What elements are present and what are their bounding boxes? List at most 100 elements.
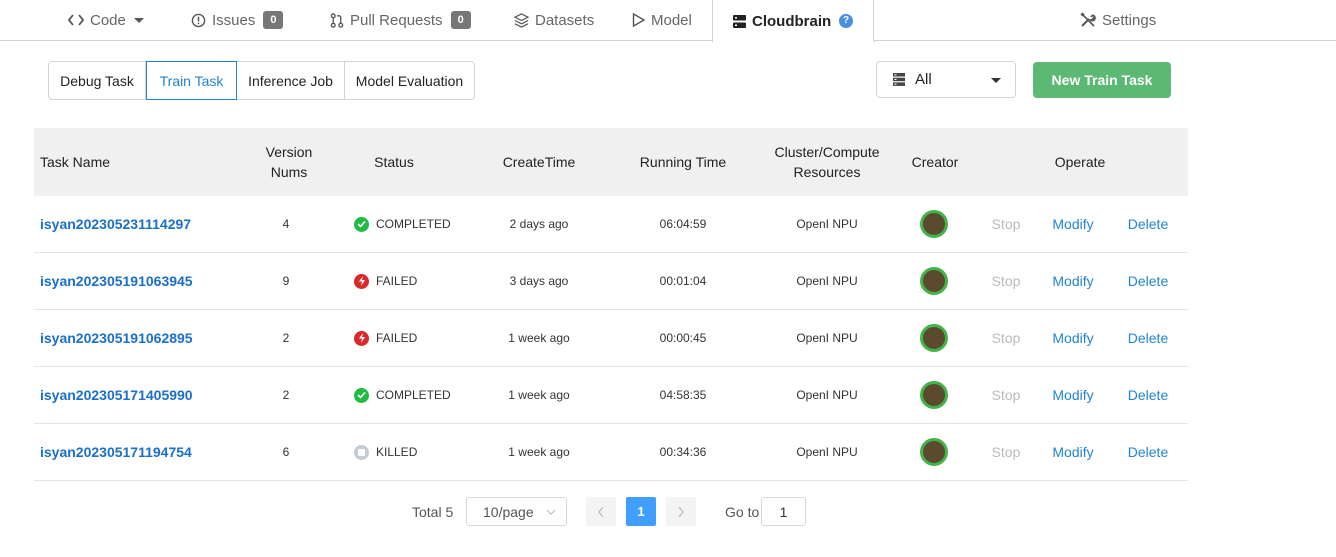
task-name-link[interactable]: isyan202305171405990 — [40, 367, 193, 423]
status-text: COMPLETED — [376, 388, 451, 402]
header-running-time: Running Time — [639, 154, 727, 170]
tab-issues[interactable]: Issues 0 — [191, 0, 284, 40]
creator-avatar-cell — [914, 367, 954, 423]
lightning-icon — [354, 273, 369, 289]
tools-icon — [1080, 12, 1096, 28]
tab-cloudbrain[interactable]: Cloudbrain ? — [712, 0, 874, 42]
table-row: isyan202305171194754 6 KILLED 1 week ago 00:… — [34, 424, 1188, 481]
version-nums: 2 — [282, 331, 290, 345]
avatar[interactable] — [920, 210, 948, 238]
tab-pull-requests[interactable]: Pull Requests 0 — [330, 0, 471, 40]
tab-datasets-label: Datasets — [535, 11, 595, 29]
tab-model[interactable]: Model — [632, 0, 692, 40]
task-type-tabs: Debug Task Train Task Inference Job Mode… — [48, 61, 475, 100]
avatar[interactable] — [920, 381, 948, 409]
delete-button[interactable]: Delete — [1124, 424, 1172, 480]
status-cell: COMPLETED — [354, 196, 474, 252]
tab-code-label: Code — [90, 11, 126, 29]
chevron-down-icon — [546, 505, 556, 521]
header-status: Status — [374, 154, 414, 170]
help-icon[interactable]: ? — [839, 14, 853, 28]
pagination-total: Total 5 — [412, 504, 454, 520]
tab-pull-requests-label: Pull Requests — [350, 11, 443, 29]
modify-button[interactable]: Modify — [1046, 367, 1100, 423]
model-icon — [632, 13, 645, 27]
avatar[interactable] — [920, 267, 948, 295]
cluster-resource: OpenI NPU — [796, 331, 858, 345]
creator-avatar-cell — [914, 424, 954, 480]
task-name-link[interactable]: isyan202305191062895 — [40, 310, 193, 366]
version-nums: 9 — [282, 274, 290, 288]
task-name-link[interactable]: isyan202305191063945 — [40, 253, 193, 309]
chevron-right-icon — [678, 506, 684, 517]
modify-button[interactable]: Modify — [1046, 253, 1100, 309]
delete-button[interactable]: Delete — [1124, 196, 1172, 252]
cluster-resource: OpenI NPU — [796, 217, 858, 231]
modify-button[interactable]: Modify — [1046, 310, 1100, 366]
modify-button[interactable]: Modify — [1046, 424, 1100, 480]
check-circle-icon — [354, 387, 369, 403]
pull-request-icon — [330, 12, 344, 28]
header-creator: Creator — [911, 154, 959, 170]
goto-page-input[interactable]: 1 — [761, 497, 806, 526]
header-create-time: CreateTime — [502, 154, 576, 170]
delete-button[interactable]: Delete — [1124, 310, 1172, 366]
issues-count-badge: 0 — [263, 11, 284, 29]
stop-button[interactable]: Stop — [986, 253, 1026, 309]
tab-train-task[interactable]: Train Task — [146, 61, 237, 100]
header-cluster-line2: Resources — [793, 164, 861, 180]
cluster-icon — [893, 73, 905, 86]
next-page-button[interactable] — [666, 497, 696, 526]
avatar[interactable] — [920, 438, 948, 466]
tab-settings[interactable]: Settings — [1080, 0, 1156, 40]
task-name-link[interactable]: isyan202305231114297 — [40, 196, 191, 252]
status-cell: FAILED — [354, 253, 474, 309]
tab-debug-task[interactable]: Debug Task — [49, 62, 146, 99]
tab-settings-label: Settings — [1102, 11, 1157, 29]
cluster-resource: OpenI NPU — [796, 445, 858, 459]
tab-datasets[interactable]: Datasets — [514, 0, 594, 40]
create-time: 1 week ago — [508, 388, 570, 402]
pull-requests-count-badge: 0 — [450, 11, 471, 29]
task-name-link[interactable]: isyan202305171194754 — [40, 424, 192, 480]
running-time: 00:01:04 — [659, 274, 707, 288]
tab-code[interactable]: Code — [68, 0, 144, 40]
server-icon — [733, 14, 746, 28]
status-cell: FAILED — [354, 310, 474, 366]
modify-button[interactable]: Modify — [1046, 196, 1100, 252]
header-version-nums: Version Nums — [244, 128, 334, 196]
dropdown-caret-icon — [991, 78, 1001, 83]
page-number-current[interactable]: 1 — [626, 497, 656, 526]
creator-avatar-cell — [914, 196, 954, 252]
version-nums: 2 — [282, 388, 290, 402]
stop-button[interactable]: Stop — [986, 196, 1026, 252]
table-row: isyan202305171405990 2 COMPLETED 1 week ago… — [34, 367, 1188, 424]
running-time: 00:00:45 — [659, 331, 707, 345]
chevron-left-icon — [598, 506, 604, 517]
issue-icon — [191, 13, 206, 28]
cluster-resource: OpenI NPU — [796, 274, 858, 288]
create-time: 1 week ago — [508, 445, 570, 459]
creator-avatar-cell — [914, 253, 954, 309]
repo-nav-bar: Code Issues 0 Pull Requests 0 Datasets M… — [0, 0, 1336, 42]
version-nums: 6 — [282, 445, 290, 459]
delete-button[interactable]: Delete — [1124, 367, 1172, 423]
header-cluster-resources: Cluster/Compute Resources — [762, 128, 892, 196]
stop-button[interactable]: Stop — [986, 367, 1026, 423]
tab-cloudbrain-label: Cloudbrain — [752, 12, 832, 30]
table-row: isyan202305191063945 9 FAILED 3 days ago 00:… — [34, 253, 1188, 310]
cluster-filter-dropdown[interactable]: All — [876, 61, 1016, 98]
stop-button[interactable]: Stop — [986, 424, 1026, 480]
avatar[interactable] — [920, 324, 948, 352]
status-cell: KILLED — [354, 424, 474, 480]
previous-page-button[interactable] — [586, 497, 616, 526]
stop-square-icon — [354, 444, 369, 460]
delete-button[interactable]: Delete — [1124, 253, 1172, 309]
stop-button[interactable]: Stop — [986, 310, 1026, 366]
running-time: 04:58:35 — [659, 388, 707, 402]
status-text: KILLED — [376, 445, 418, 459]
new-train-task-button[interactable]: New Train Task — [1033, 62, 1171, 98]
page-size-select[interactable]: 10/page — [466, 497, 567, 526]
tab-inference-job[interactable]: Inference Job — [237, 62, 345, 99]
tab-model-evaluation[interactable]: Model Evaluation — [345, 62, 474, 99]
